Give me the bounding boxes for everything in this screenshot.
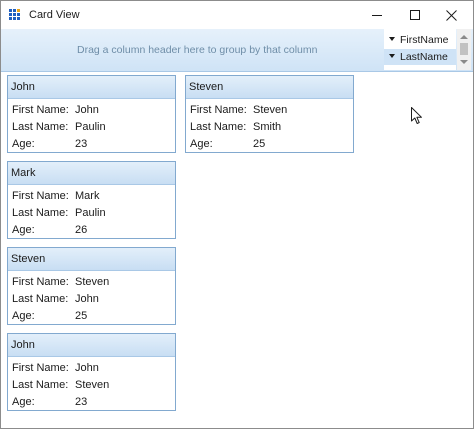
- field-label: Last Name:: [190, 121, 247, 133]
- card-row-first-name: First Name: John: [8, 101, 175, 118]
- card-row-age: Age: 23: [8, 393, 175, 410]
- field-label: First Name:: [12, 104, 69, 116]
- card-item[interactable]: Mark First Name: Mark Last Name: Paulin Ag…: [7, 161, 176, 239]
- card-row-first-name: First Name: Steven: [8, 273, 175, 290]
- field-value: Steven: [253, 104, 288, 116]
- field-label: Age:: [12, 396, 35, 408]
- field-label: Last Name:: [12, 207, 69, 219]
- card-item[interactable]: Steven First Name: Steven Last Name: John …: [7, 247, 176, 325]
- column-header-label: LastName: [400, 51, 448, 63]
- scroll-up-icon[interactable]: [460, 35, 468, 39]
- field-value: Paulin: [75, 207, 106, 219]
- card-item[interactable]: Steven First Name: Steven Last Name: Smith…: [185, 75, 354, 153]
- field-value: 23: [75, 138, 88, 150]
- card-row-last-name: Last Name: Steven: [8, 376, 175, 393]
- field-value: 25: [253, 138, 266, 150]
- field-value: Paulin: [75, 121, 106, 133]
- field-label: Age:: [190, 138, 213, 150]
- card-row-first-name: First Name: John: [8, 359, 175, 376]
- card-row-age: Age: 25: [8, 307, 175, 324]
- field-value: Mark: [75, 190, 100, 202]
- field-value: 26: [75, 224, 88, 236]
- sort-arrow-icon: [389, 54, 395, 58]
- field-label: Age:: [12, 310, 35, 322]
- card-row-first-name: First Name: Mark: [8, 187, 175, 204]
- card-header[interactable]: Steven: [186, 76, 353, 99]
- card-item[interactable]: John First Name: John Last Name: Steven Ag…: [7, 333, 176, 411]
- scroll-thumb[interactable]: [460, 43, 468, 55]
- card-header[interactable]: Steven: [8, 248, 175, 271]
- field-label: Age:: [12, 138, 35, 150]
- field-value: John: [75, 293, 99, 305]
- card-title: Steven: [189, 81, 224, 93]
- card-title: John: [11, 81, 35, 93]
- card-row-last-name: Last Name: Paulin: [8, 204, 175, 221]
- maximize-icon: [410, 10, 420, 20]
- column-header-firstname[interactable]: FirstName: [384, 32, 456, 48]
- field-value: 23: [75, 396, 88, 408]
- field-value: Steven: [75, 379, 110, 391]
- field-label: First Name:: [12, 362, 69, 374]
- group-by-panel[interactable]: Drag a column header here to group by th…: [1, 29, 473, 72]
- title-bar[interactable]: Card View: [1, 1, 473, 29]
- field-label: Last Name:: [12, 121, 69, 133]
- field-value: 25: [75, 310, 88, 322]
- field-label: Last Name:: [12, 379, 69, 391]
- card-item[interactable]: John First Name: John Last Name: Paulin Ag…: [7, 75, 176, 153]
- card-header[interactable]: John: [8, 334, 175, 357]
- card-row-age: Age: 26: [8, 221, 175, 238]
- minimize-icon: [372, 14, 382, 16]
- close-icon: [445, 9, 457, 21]
- column-chooser-list[interactable]: FirstName LastName: [384, 29, 456, 70]
- scroll-down-icon[interactable]: [460, 60, 468, 64]
- card-row-age: Age: 25: [186, 135, 353, 152]
- card-row-last-name: Last Name: John: [8, 290, 175, 307]
- card-row-last-name: Last Name: Paulin: [8, 118, 175, 135]
- card-header[interactable]: John: [8, 76, 175, 99]
- field-value: John: [75, 104, 99, 116]
- field-label: First Name:: [190, 104, 247, 116]
- mouse-cursor-icon: [411, 107, 422, 124]
- field-label: Age:: [12, 224, 35, 236]
- sort-arrow-icon: [389, 37, 395, 41]
- column-list-scrollbar[interactable]: [457, 29, 471, 70]
- card-row-first-name: First Name: Steven: [186, 101, 353, 118]
- card-row-age: Age: 23: [8, 135, 175, 152]
- window-title: Card View: [29, 9, 80, 21]
- field-value: John: [75, 362, 99, 374]
- card-header[interactable]: Mark: [8, 162, 175, 185]
- field-label: First Name:: [12, 190, 69, 202]
- close-button[interactable]: [429, 1, 473, 29]
- field-label: First Name:: [12, 276, 69, 288]
- column-header-label: FirstName: [400, 34, 449, 46]
- card-title: John: [11, 339, 35, 351]
- field-label: Last Name:: [12, 293, 69, 305]
- group-by-hint: Drag a column header here to group by th…: [77, 44, 318, 56]
- field-value: Smith: [253, 121, 282, 133]
- card-title: Steven: [11, 253, 46, 265]
- app-window: Card View Drag a column header here to g…: [0, 0, 474, 429]
- field-value: Steven: [75, 276, 110, 288]
- column-header-lastname[interactable]: LastName: [384, 49, 456, 65]
- card-title: Mark: [11, 167, 36, 179]
- app-grid-icon: [9, 9, 21, 21]
- card-row-last-name: Last Name: Smith: [186, 118, 353, 135]
